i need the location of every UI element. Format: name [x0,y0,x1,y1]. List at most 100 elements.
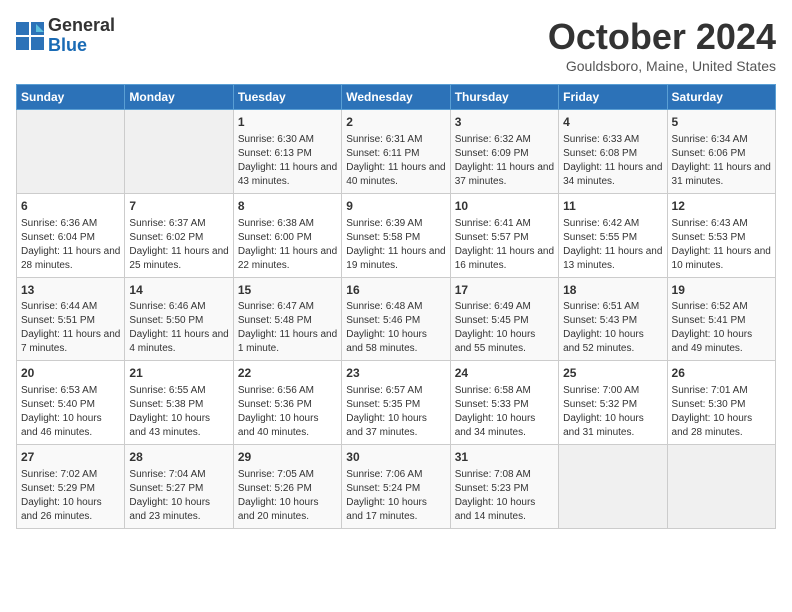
day-info: Sunrise: 7:02 AM Sunset: 5:29 PM Dayligh… [21,468,120,524]
day-info: Sunrise: 7:06 AM Sunset: 5:24 PM Dayligh… [346,468,445,524]
logo: General Blue [16,16,115,56]
calendar-week: 1 Sunrise: 6:30 AM Sunset: 6:13 PM Daylig… [17,110,776,194]
day-info: Sunrise: 6:41 AM Sunset: 5:57 PM Dayligh… [455,217,554,273]
day-number: 30 [346,449,445,466]
day-number: 29 [238,449,337,466]
day-number: 31 [455,449,554,466]
calendar-cell: 1 Sunrise: 6:30 AM Sunset: 6:13 PM Daylig… [233,110,341,194]
day-info: Sunrise: 6:53 AM Sunset: 5:40 PM Dayligh… [21,384,120,440]
day-number: 9 [346,198,445,215]
day-number: 1 [238,114,337,131]
day-number: 24 [455,365,554,382]
day-header: Saturday [667,85,775,110]
day-info: Sunrise: 6:47 AM Sunset: 5:48 PM Dayligh… [238,300,337,356]
calendar-cell: 28 Sunrise: 7:04 AM Sunset: 5:27 PM Dayli… [125,445,233,529]
day-number: 14 [129,282,228,299]
calendar-cell: 25Sunrise: 7:00 AM Sunset: 5:32 PM Dayli… [559,361,667,445]
day-header: Thursday [450,85,558,110]
calendar-cell: 16Sunrise: 6:48 AM Sunset: 5:46 PM Dayli… [342,277,450,361]
day-info: Sunrise: 6:36 AM Sunset: 6:04 PM Dayligh… [21,217,120,273]
calendar-body: 1 Sunrise: 6:30 AM Sunset: 6:13 PM Daylig… [17,110,776,529]
day-info: Sunrise: 6:57 AM Sunset: 5:35 PM Dayligh… [346,384,445,440]
calendar-week: 13Sunrise: 6:44 AM Sunset: 5:51 PM Dayli… [17,277,776,361]
day-info: Sunrise: 6:49 AM Sunset: 5:45 PM Dayligh… [455,300,554,356]
day-number: 23 [346,365,445,382]
day-number: 10 [455,198,554,215]
day-number: 15 [238,282,337,299]
logo-general-text: General [48,16,115,36]
calendar-cell: 10 Sunrise: 6:41 AM Sunset: 5:57 PM Dayli… [450,193,558,277]
calendar-cell: 31 Sunrise: 7:08 AM Sunset: 5:23 PM Dayli… [450,445,558,529]
calendar-table: SundayMondayTuesdayWednesdayThursdayFrid… [16,84,776,529]
day-info: Sunrise: 6:30 AM Sunset: 6:13 PM Dayligh… [238,133,337,189]
day-number: 20 [21,365,120,382]
day-header: Wednesday [342,85,450,110]
day-number: 22 [238,365,337,382]
location: Gouldsboro, Maine, United States [548,58,776,74]
month-title: October 2024 [548,16,776,58]
day-info: Sunrise: 6:48 AM Sunset: 5:46 PM Dayligh… [346,300,445,356]
day-number: 28 [129,449,228,466]
calendar-week: 6 Sunrise: 6:36 AM Sunset: 6:04 PM Daylig… [17,193,776,277]
calendar-cell: 7Sunrise: 6:37 AM Sunset: 6:02 PM Daylig… [125,193,233,277]
day-number: 3 [455,114,554,131]
day-info: Sunrise: 6:38 AM Sunset: 6:00 PM Dayligh… [238,217,337,273]
header: General Blue October 2024 Gouldsboro, Ma… [16,16,776,74]
day-number: 27 [21,449,120,466]
day-info: Sunrise: 7:08 AM Sunset: 5:23 PM Dayligh… [455,468,554,524]
day-number: 12 [672,198,771,215]
calendar-week: 20 Sunrise: 6:53 AM Sunset: 5:40 PM Dayli… [17,361,776,445]
day-info: Sunrise: 6:43 AM Sunset: 5:53 PM Dayligh… [672,217,771,273]
calendar-cell: 4 Sunrise: 6:33 AM Sunset: 6:08 PM Daylig… [559,110,667,194]
calendar-cell: 22 Sunrise: 6:56 AM Sunset: 5:36 PM Dayli… [233,361,341,445]
calendar-cell: 18Sunrise: 6:51 AM Sunset: 5:43 PM Dayli… [559,277,667,361]
day-number: 2 [346,114,445,131]
header-row: SundayMondayTuesdayWednesdayThursdayFrid… [17,85,776,110]
calendar-cell: 13Sunrise: 6:44 AM Sunset: 5:51 PM Dayli… [17,277,125,361]
calendar-cell: 30 Sunrise: 7:06 AM Sunset: 5:24 PM Dayli… [342,445,450,529]
day-number: 18 [563,282,662,299]
day-info: Sunrise: 7:05 AM Sunset: 5:26 PM Dayligh… [238,468,337,524]
day-info: Sunrise: 6:33 AM Sunset: 6:08 PM Dayligh… [563,133,662,189]
day-info: Sunrise: 6:51 AM Sunset: 5:43 PM Dayligh… [563,300,662,356]
calendar-cell: 17Sunrise: 6:49 AM Sunset: 5:45 PM Dayli… [450,277,558,361]
day-number: 6 [21,198,120,215]
calendar-cell: 27 Sunrise: 7:02 AM Sunset: 5:29 PM Dayli… [17,445,125,529]
day-header: Tuesday [233,85,341,110]
day-info: Sunrise: 7:00 AM Sunset: 5:32 PM Dayligh… [563,384,662,440]
calendar-cell: 24 Sunrise: 6:58 AM Sunset: 5:33 PM Dayli… [450,361,558,445]
day-number: 16 [346,282,445,299]
day-number: 4 [563,114,662,131]
calendar-cell: 29 Sunrise: 7:05 AM Sunset: 5:26 PM Dayli… [233,445,341,529]
day-info: Sunrise: 6:46 AM Sunset: 5:50 PM Dayligh… [129,300,228,356]
day-info: Sunrise: 7:04 AM Sunset: 5:27 PM Dayligh… [129,468,228,524]
day-number: 8 [238,198,337,215]
calendar-cell: 15Sunrise: 6:47 AM Sunset: 5:48 PM Dayli… [233,277,341,361]
calendar-cell: 23 Sunrise: 6:57 AM Sunset: 5:35 PM Dayli… [342,361,450,445]
day-info: Sunrise: 6:44 AM Sunset: 5:51 PM Dayligh… [21,300,120,356]
logo-icon [16,22,44,50]
calendar-cell: 12 Sunrise: 6:43 AM Sunset: 5:53 PM Dayli… [667,193,775,277]
day-info: Sunrise: 6:39 AM Sunset: 5:58 PM Dayligh… [346,217,445,273]
calendar-cell: 3Sunrise: 6:32 AM Sunset: 6:09 PM Daylig… [450,110,558,194]
calendar-cell: 21Sunrise: 6:55 AM Sunset: 5:38 PM Dayli… [125,361,233,445]
day-info: Sunrise: 6:37 AM Sunset: 6:02 PM Dayligh… [129,217,228,273]
day-info: Sunrise: 6:58 AM Sunset: 5:33 PM Dayligh… [455,384,554,440]
day-info: Sunrise: 6:42 AM Sunset: 5:55 PM Dayligh… [563,217,662,273]
day-number: 19 [672,282,771,299]
calendar-cell [17,110,125,194]
day-info: Sunrise: 6:34 AM Sunset: 6:06 PM Dayligh… [672,133,771,189]
day-number: 21 [129,365,228,382]
day-number: 11 [563,198,662,215]
calendar-cell: 5 Sunrise: 6:34 AM Sunset: 6:06 PM Daylig… [667,110,775,194]
calendar-cell: 26Sunrise: 7:01 AM Sunset: 5:30 PM Dayli… [667,361,775,445]
calendar-cell [125,110,233,194]
day-header: Sunday [17,85,125,110]
title-area: October 2024 Gouldsboro, Maine, United S… [548,16,776,74]
logo-blue-text: Blue [48,36,115,56]
day-number: 26 [672,365,771,382]
day-number: 5 [672,114,771,131]
calendar-cell: 20 Sunrise: 6:53 AM Sunset: 5:40 PM Dayli… [17,361,125,445]
calendar-header: SundayMondayTuesdayWednesdayThursdayFrid… [17,85,776,110]
day-info: Sunrise: 6:56 AM Sunset: 5:36 PM Dayligh… [238,384,337,440]
